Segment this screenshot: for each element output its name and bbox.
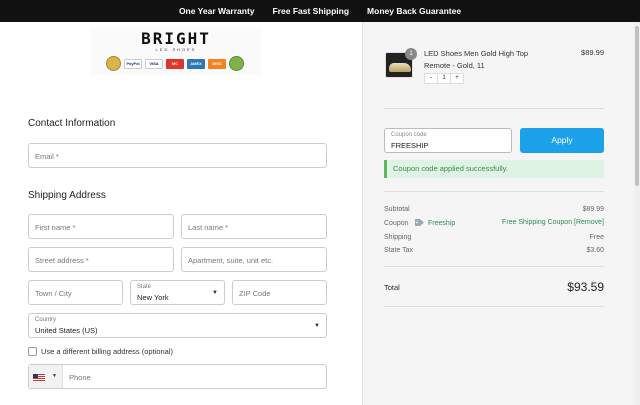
email-placeholder: Email * (35, 152, 59, 161)
brand-logo[interactable]: BRIGHT LED SHOES PayPal VISA MC AMEX DIS… (90, 27, 262, 75)
city-placeholder: Town / City (35, 289, 72, 298)
quantity-badge: 1 (405, 48, 417, 60)
us-flag-icon (33, 374, 45, 381)
chevron-down-icon: ▼ (212, 290, 218, 296)
zip-placeholder: ZIP Code (239, 289, 271, 298)
country-code-select[interactable]: ▼ (29, 365, 63, 388)
shoe-image (389, 63, 411, 72)
promo-bar: One Year Warranty Free Fast Shipping Mon… (0, 0, 640, 22)
secure-seal-icon (229, 56, 244, 71)
tax-label: State Tax (384, 247, 414, 254)
divider (384, 306, 604, 307)
total-label: Total (384, 283, 400, 292)
coupon-value: FREESHIP (391, 141, 429, 150)
success-text: Coupon code applied successfully. (393, 164, 508, 173)
payment-badges: PayPal VISA MC AMEX DISC (106, 56, 244, 71)
scrollbar-thumb[interactable] (635, 26, 639, 186)
apply-coupon-button[interactable]: Apply (520, 128, 604, 153)
shipping-heading: Shipping Address (28, 190, 106, 201)
discover-icon: DISC (208, 58, 226, 69)
billing-address-label[interactable]: Use a different billing address (optiona… (41, 347, 173, 356)
brand-name: BRIGHT (141, 29, 211, 48)
qty-minus-button[interactable]: - (425, 74, 437, 83)
coupon-code-input[interactable]: Coupon code FREESHIP (384, 128, 512, 153)
tag-icon (415, 219, 424, 226)
guarantee-seal-icon (106, 56, 121, 71)
phone-placeholder: Phone (69, 373, 91, 382)
tax-value: $3.60 (586, 247, 604, 254)
promo-shipping: Free Fast Shipping (272, 6, 350, 16)
state-value: New York (137, 293, 169, 302)
last-name-field[interactable]: Last name * (181, 214, 327, 239)
city-field[interactable]: Town / City (28, 280, 123, 305)
state-select[interactable]: State New York ▼ (130, 280, 225, 305)
coupon-row-label: Coupon (384, 220, 409, 227)
applied-coupon-code: Freeship (428, 220, 456, 227)
product-price: $89.99 (581, 48, 604, 57)
total-value: $93.59 (567, 280, 604, 294)
subtotal-label: Subtotal (384, 206, 410, 213)
contact-heading: Contact Information (28, 118, 116, 129)
quantity-stepper: - 1 + (424, 73, 464, 84)
scrollbar[interactable] (634, 22, 640, 405)
country-label: Country (35, 317, 57, 323)
state-label: State (137, 284, 152, 290)
shipping-value: Free (589, 234, 604, 241)
zip-field[interactable]: ZIP Code (232, 280, 327, 305)
chevron-down-icon: ▼ (52, 373, 57, 379)
product-name: LED Shoes Men Gold High Top Remote - Gol… (424, 49, 529, 70)
coupon-label: Coupon code (391, 132, 427, 138)
first-name-field[interactable]: First name * (28, 214, 174, 239)
street-placeholder: Street address * (35, 256, 89, 265)
shipping-label: Shipping (384, 234, 412, 241)
promo-guarantee: Money Back Guarantee (367, 6, 462, 16)
order-summary-panel (362, 22, 634, 405)
mastercard-icon: MC (166, 58, 184, 69)
first-name-placeholder: First name * (35, 223, 76, 232)
divider (384, 108, 604, 109)
last-name-placeholder: Last name * (188, 223, 229, 232)
divider (384, 266, 604, 267)
qty-value[interactable]: 1 (437, 74, 451, 83)
country-value: United States (US) (35, 326, 98, 335)
country-select[interactable]: Country United States (US) ▼ (28, 313, 327, 338)
remove-coupon-link[interactable]: Free Shipping Coupon [Remove] (502, 219, 604, 226)
apartment-field[interactable]: Apartment, suite, unit etc. (181, 247, 327, 272)
chevron-down-icon: ▼ (314, 323, 320, 329)
divider (384, 191, 604, 192)
apartment-placeholder: Apartment, suite, unit etc. (188, 256, 274, 265)
brand-subtitle: LED SHOES (155, 47, 197, 52)
visa-icon: VISA (145, 58, 163, 69)
paypal-icon: PayPal (124, 58, 142, 69)
street-address-field[interactable]: Street address * (28, 247, 174, 272)
coupon-success-message: Coupon code applied successfully. (384, 160, 604, 178)
amex-icon: AMEX (187, 58, 205, 69)
phone-field[interactable]: ▼ Phone (28, 364, 327, 389)
billing-address-checkbox[interactable] (28, 347, 37, 356)
email-field[interactable]: Email * (28, 143, 327, 168)
promo-warranty: One Year Warranty (178, 6, 255, 16)
subtotal-value: $89.99 (582, 206, 604, 213)
qty-plus-button[interactable]: + (451, 74, 463, 83)
